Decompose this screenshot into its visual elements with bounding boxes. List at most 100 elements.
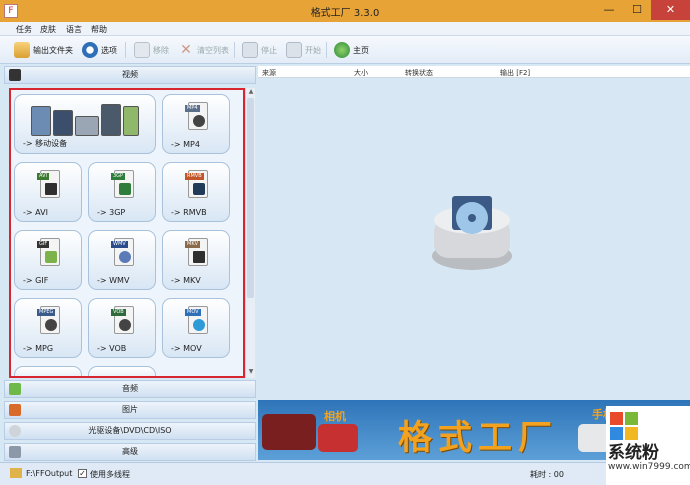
format-vob[interactable]: VOB -> VOB (88, 298, 156, 358)
start-button[interactable]: 开始 (286, 40, 321, 60)
column-size[interactable]: 大小 (354, 68, 368, 78)
toolbar-separator (234, 42, 235, 58)
format-avi[interactable]: AVI -> AVI (14, 162, 82, 222)
column-output[interactable]: 输出 [F2] (500, 68, 530, 78)
format-factory-logo (432, 196, 512, 270)
picture-icon (9, 404, 21, 416)
format-mov[interactable]: MOV -> MOV (162, 298, 230, 358)
start-label: 开始 (305, 45, 321, 55)
format-mkv[interactable]: MKV -> MKV (162, 230, 230, 290)
format-label: -> AVI (23, 208, 48, 217)
close-button[interactable]: ✕ (651, 0, 690, 20)
format-label: -> MKV (171, 276, 201, 285)
toolbar-separator (125, 42, 126, 58)
category-panel: 视频 -> 移动设备 MP4 -> MP4 AVI -> AVI 3GP -> … (4, 66, 256, 461)
rmvb-file-icon: RMVB (185, 170, 208, 198)
home-button[interactable]: 主页 (334, 40, 369, 60)
watermark: 系统粉 www.win7999.com (606, 406, 690, 485)
start-icon (286, 42, 302, 58)
format-label: -> 3GP (97, 208, 126, 217)
globe-icon (334, 42, 350, 58)
format-mobile-device[interactable]: -> 移动设备 (14, 94, 156, 154)
maximize-button[interactable]: ☐ (623, 0, 651, 20)
format-tag: MPEG (37, 309, 56, 316)
scroll-thumb[interactable] (247, 98, 254, 298)
brand-text: 格式工厂 (398, 418, 558, 458)
output-folder-button[interactable]: 输出文件夹 (14, 40, 73, 60)
format-rmvb[interactable]: RMVB -> RMVB (162, 162, 230, 222)
logo-square-red (610, 412, 623, 425)
minimize-button[interactable]: — (595, 0, 623, 20)
menu-task[interactable]: 任务 (16, 24, 32, 35)
video-format-grid: -> 移动设备 MP4 -> MP4 AVI -> AVI 3GP -> 3GP (9, 88, 245, 378)
category-image[interactable]: 图片 (4, 401, 256, 419)
scroll-down-icon[interactable]: ▼ (246, 368, 256, 378)
format-mp4[interactable]: MP4 -> MP4 (162, 94, 230, 154)
music-icon (9, 383, 21, 395)
category-audio-label: 音频 (122, 384, 138, 393)
category-video[interactable]: 视频 (4, 66, 256, 84)
folder-icon (10, 468, 22, 478)
reel-icon (193, 115, 205, 127)
format-tag: AVI (37, 173, 49, 180)
remove-label: 移除 (153, 45, 169, 55)
remove-icon (134, 42, 150, 58)
column-status[interactable]: 转换状态 (405, 68, 433, 78)
elapsed-time: 耗时 : 00 (530, 470, 564, 479)
toolbar: 输出文件夹 选项 移除 ✕ 清空列表 停止 开始 主页 (0, 36, 690, 64)
devices-icon (31, 100, 141, 136)
quicktime-icon (193, 319, 205, 331)
reel-icon (45, 319, 57, 331)
format-partial[interactable] (88, 366, 156, 376)
home-label: 主页 (353, 45, 369, 55)
folder-icon (14, 42, 30, 58)
menu-language[interactable]: 语言 (66, 24, 82, 35)
format-partial[interactable] (14, 366, 82, 376)
media-icon (119, 251, 131, 263)
multithread-checkbox[interactable]: ✓ (78, 469, 87, 478)
format-tag: GIF (37, 241, 50, 248)
menu-bar: 任务 皮肤 语言 帮助 (0, 22, 690, 36)
stop-button[interactable]: 停止 (242, 40, 277, 60)
title-bar: F 格式工厂 3.3.0 — ☐ ✕ (0, 0, 690, 22)
multithread-label: 使用多线程 (90, 470, 130, 479)
stop-icon (242, 42, 258, 58)
category-advanced[interactable]: 高级 (4, 443, 256, 461)
camera-icon (318, 424, 358, 452)
camcorder-icon (262, 414, 316, 450)
format-label: -> MOV (171, 344, 202, 353)
remove-button[interactable]: 移除 (134, 40, 169, 60)
stop-label: 停止 (261, 45, 277, 55)
format-label: -> MPG (23, 344, 54, 353)
wmv-file-icon: WMV (111, 238, 134, 266)
format-tag: WMV (111, 241, 128, 248)
disc-icon (9, 425, 21, 437)
image-icon (45, 251, 57, 263)
format-gif[interactable]: GIF -> GIF (14, 230, 82, 290)
clear-list-label: 清空列表 (197, 45, 229, 55)
status-bar: F:\FFOutput ✓ 使用多线程 耗时 : 00 (0, 462, 690, 485)
3gp-file-icon: 3GP (111, 170, 134, 198)
format-tag: RMVB (185, 173, 204, 180)
format-scrollbar[interactable]: ▲ ▼ (245, 88, 255, 378)
menu-skin[interactable]: 皮肤 (40, 24, 56, 35)
format-wmv[interactable]: WMV -> WMV (88, 230, 156, 290)
category-audio[interactable]: 音频 (4, 380, 256, 398)
category-image-label: 图片 (122, 405, 138, 414)
scroll-up-icon[interactable]: ▲ (246, 88, 256, 98)
category-video-label: 视频 (122, 70, 138, 79)
format-tag: 3GP (111, 173, 126, 180)
tools-icon (9, 446, 21, 458)
format-mpg[interactable]: MPEG -> MPG (14, 298, 82, 358)
options-button[interactable]: 选项 (82, 40, 117, 60)
category-disc[interactable]: 光驱设备\DVD\CD\ISO (4, 422, 256, 440)
task-list[interactable]: 来源 大小 转换状态 输出 [F2] (258, 66, 690, 400)
clear-icon: ✕ (180, 42, 192, 58)
clear-list-button[interactable]: ✕ 清空列表 (178, 40, 229, 60)
mov-file-icon: MOV (185, 306, 208, 334)
output-path: F:\FFOutput (26, 469, 73, 478)
format-3gp[interactable]: 3GP -> 3GP (88, 162, 156, 222)
avi-file-icon: AVI (37, 170, 60, 198)
column-source[interactable]: 来源 (262, 68, 276, 78)
menu-help[interactable]: 帮助 (91, 24, 107, 35)
